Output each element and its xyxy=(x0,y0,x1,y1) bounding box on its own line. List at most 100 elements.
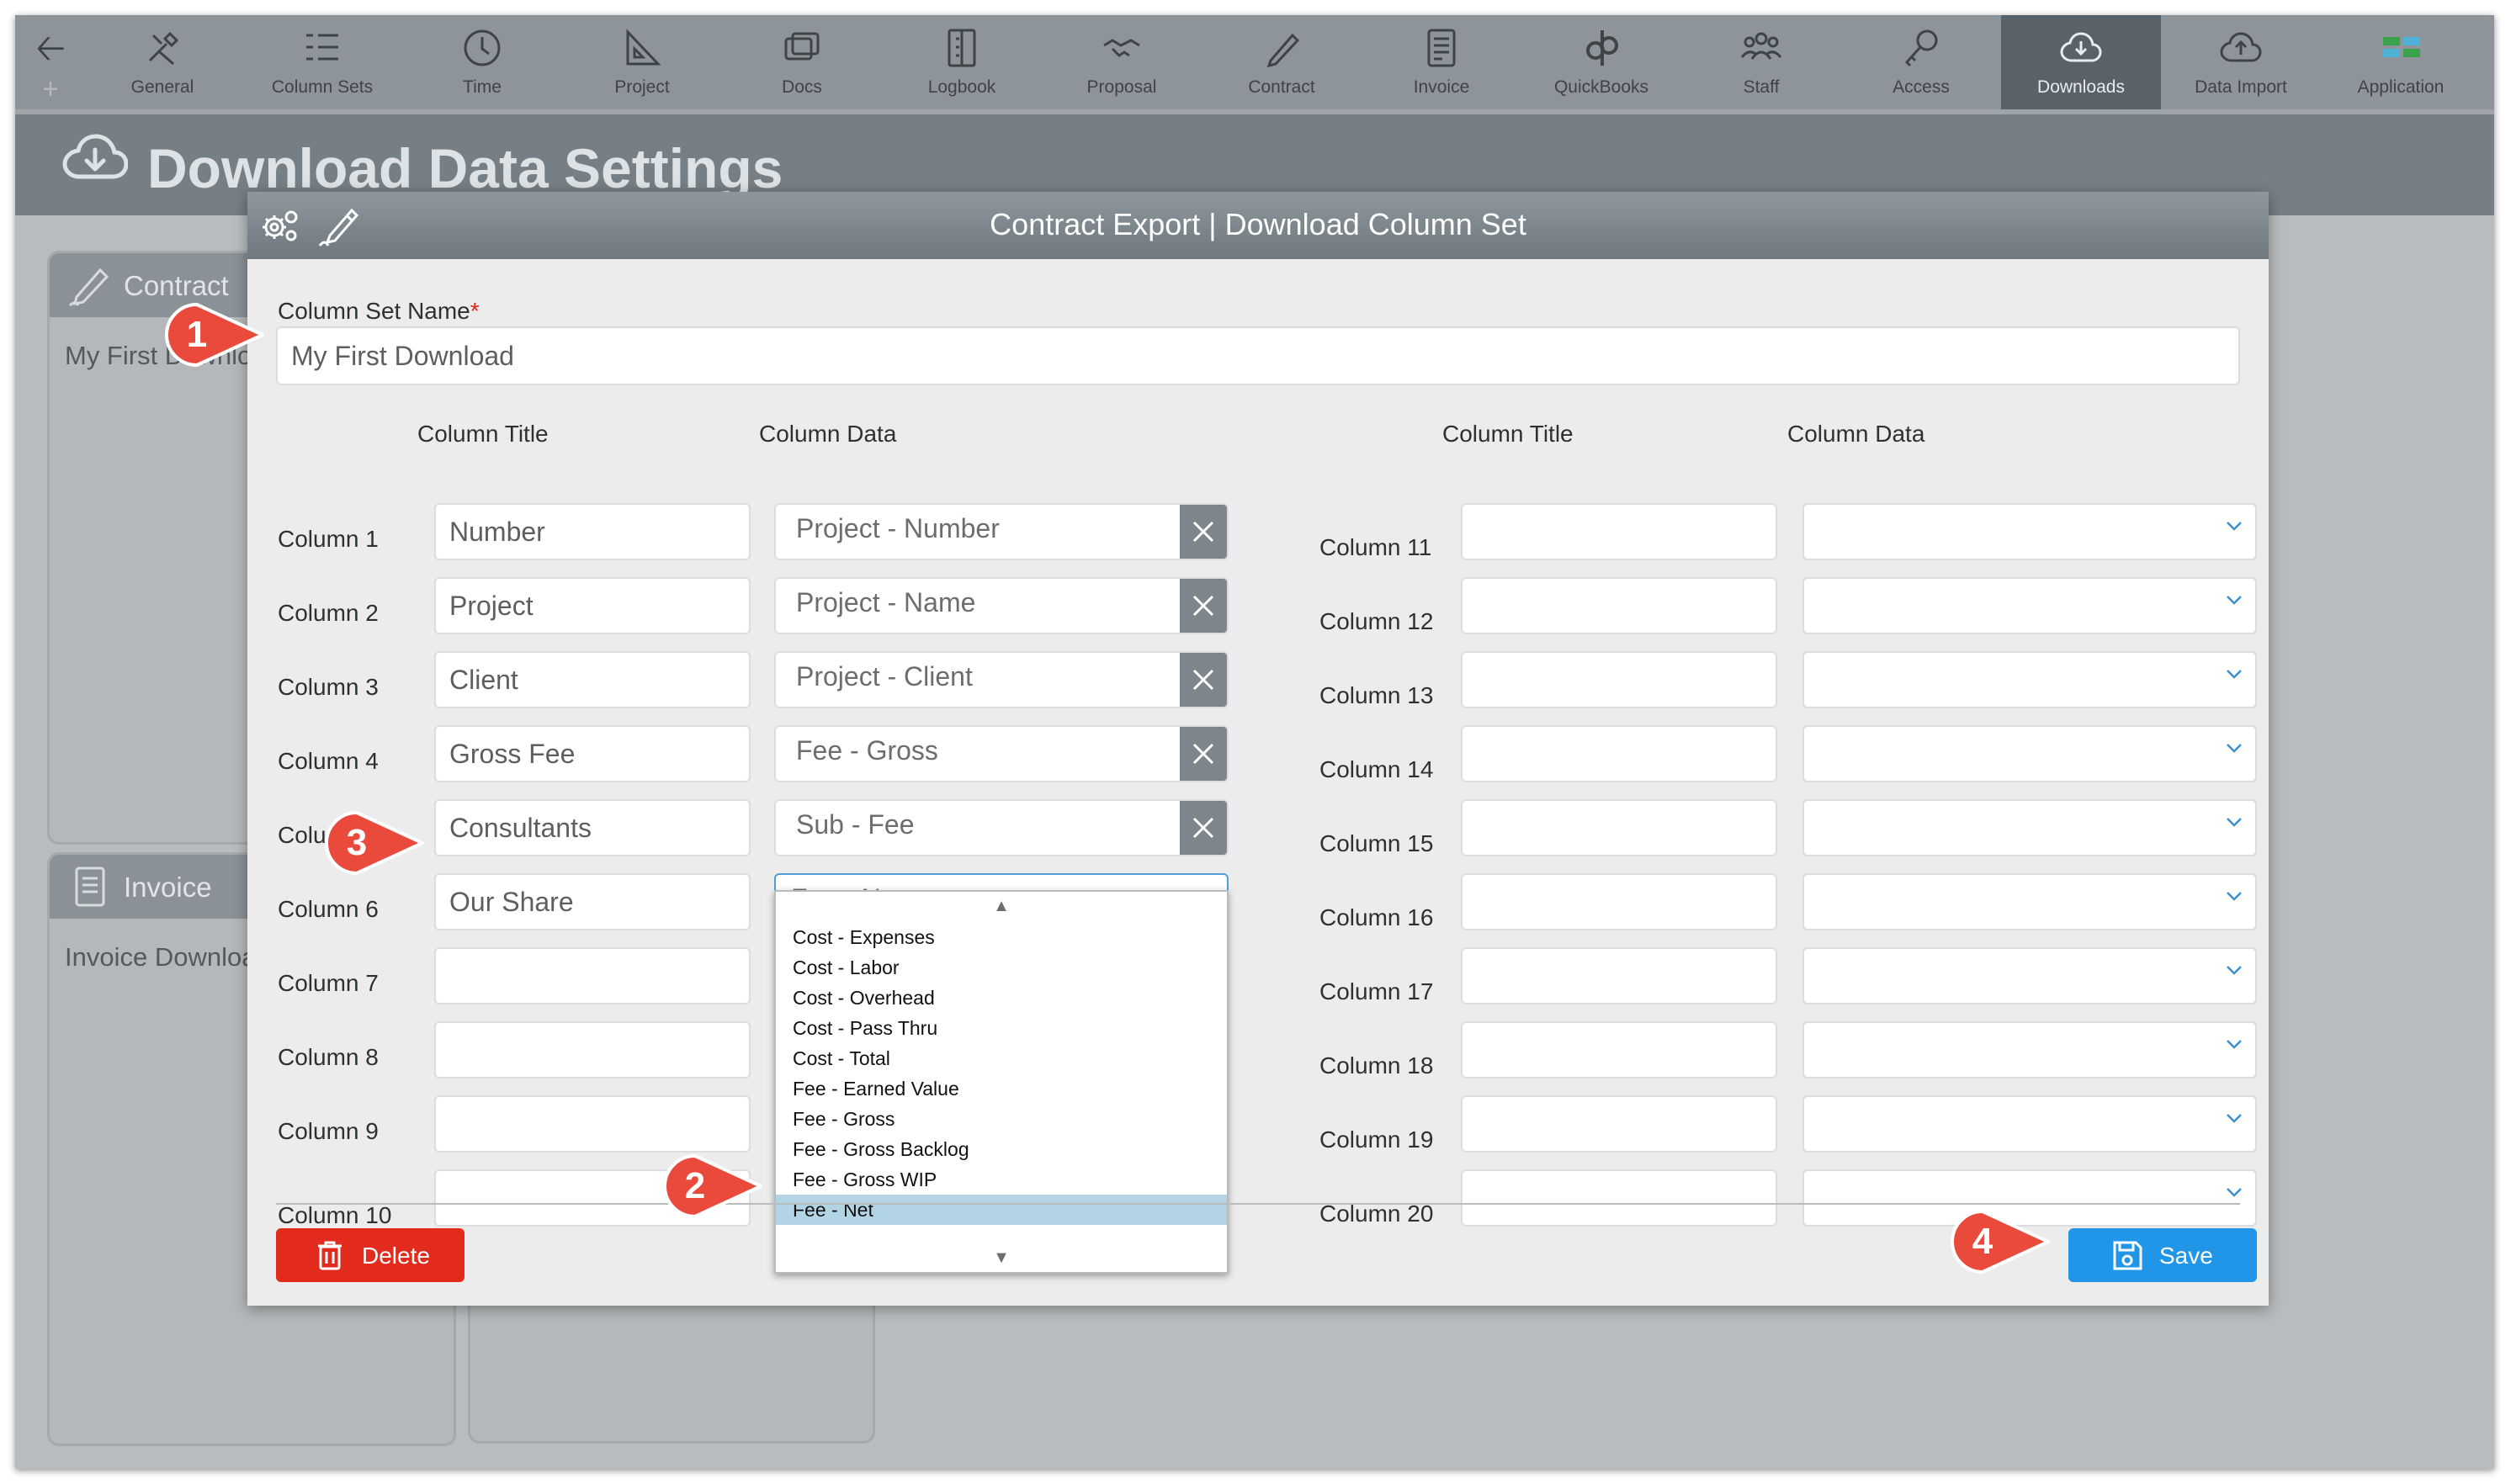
back-button[interactable]: 🡠 + xyxy=(27,30,74,106)
column-data-select[interactable] xyxy=(1802,1021,2257,1079)
column-title-input[interactable] xyxy=(1461,1021,1777,1079)
tab-docs[interactable]: Docs xyxy=(722,15,882,109)
clear-button[interactable] xyxy=(1180,579,1227,633)
top-navigation: 🡠 + General Column Sets Time Project Docs Log… xyxy=(15,15,2494,114)
tab-downloads[interactable]: Downloads xyxy=(2001,15,2161,109)
tab-contract[interactable]: Contract xyxy=(1202,15,1362,109)
column-label: Column 14 xyxy=(1319,756,1434,782)
column-data-select[interactable] xyxy=(1802,873,2257,930)
column-data-select[interactable] xyxy=(1802,947,2257,1004)
dropdown-option[interactable]: Fee - Earned Value xyxy=(776,1073,1227,1104)
column-title-input[interactable] xyxy=(1461,725,1777,782)
tab-logbook[interactable]: Logbook xyxy=(882,15,1042,109)
tab-staff[interactable]: Staff xyxy=(1681,15,1841,109)
column-title-input[interactable] xyxy=(434,503,751,560)
column-data-select[interactable] xyxy=(1802,651,2257,708)
dropdown-option[interactable]: Cost - Labor xyxy=(776,952,1227,983)
column-data-field[interactable]: Project - Number xyxy=(774,503,1229,560)
column-title-input[interactable] xyxy=(1461,873,1777,930)
column-title-input[interactable] xyxy=(434,947,751,1004)
column-title-header-left: Column Title xyxy=(417,421,549,447)
column-data-dropdown-list[interactable]: ▲ Cost - Expenses Cost - Labor Cost - Over… xyxy=(774,890,1229,1274)
column-title-input[interactable] xyxy=(1461,799,1777,856)
tab-label: Staff xyxy=(1743,77,1780,97)
delete-button[interactable]: Delete xyxy=(276,1228,465,1282)
column-title-header-right: Column Title xyxy=(1442,421,1574,447)
column-data-select[interactable] xyxy=(1802,725,2257,782)
callout-number: 3 xyxy=(346,822,368,863)
column-data-select[interactable] xyxy=(1802,577,2257,634)
scroll-up-icon[interactable]: ▲ xyxy=(776,897,1227,916)
card-item[interactable]: Invoice Download xyxy=(65,942,271,973)
column-title-input[interactable] xyxy=(1461,651,1777,708)
tab-proposal[interactable]: Proposal xyxy=(1042,15,1202,109)
column-title-input[interactable] xyxy=(1461,503,1777,560)
callout-1: 1 xyxy=(163,301,271,368)
save-label: Save xyxy=(2159,1243,2213,1269)
chevron-down-icon xyxy=(2227,1040,2242,1049)
column-data-select[interactable] xyxy=(1802,503,2257,560)
column-title-input[interactable] xyxy=(434,873,751,930)
tab-label: Docs xyxy=(782,77,822,97)
required-mark: * xyxy=(470,298,480,324)
tab-data-import[interactable]: Data Import xyxy=(2161,15,2321,109)
column-data-select[interactable] xyxy=(1802,799,2257,856)
column-label: Column 13 xyxy=(1319,682,1434,708)
column-title-input[interactable] xyxy=(434,1021,751,1079)
column-title-input[interactable] xyxy=(434,577,751,634)
column-data-select[interactable] xyxy=(1802,1095,2257,1153)
chevron-down-icon xyxy=(2227,596,2242,605)
tab-invoice[interactable]: Invoice xyxy=(1362,15,1521,109)
column-title-input[interactable] xyxy=(434,799,751,856)
tab-column-sets[interactable]: Column Sets xyxy=(242,15,402,109)
dropdown-option[interactable]: Fee - Gross WIP xyxy=(776,1164,1227,1195)
column-data-value: Sub - Fee xyxy=(796,809,915,840)
tab-application[interactable]: Application xyxy=(2321,15,2481,109)
tab-project[interactable]: Project xyxy=(562,15,722,109)
dropdown-option[interactable]: Cost - Total xyxy=(776,1043,1227,1073)
column-label: Column 15 xyxy=(1319,830,1434,856)
clear-button[interactable] xyxy=(1180,801,1227,855)
tab-general[interactable]: General xyxy=(82,15,242,109)
dropdown-option[interactable]: Fee - Net xyxy=(776,1195,1227,1225)
clear-button[interactable] xyxy=(1180,653,1227,707)
column-data-field[interactable]: Sub - Fee xyxy=(774,799,1229,856)
tab-access[interactable]: Access xyxy=(1841,15,2001,109)
column-label: Column 18 xyxy=(1319,1052,1434,1079)
column-title-input[interactable] xyxy=(434,725,751,782)
column-title-input[interactable] xyxy=(434,651,751,708)
column-label: Column 6 xyxy=(278,896,379,922)
column-label: Column 9 xyxy=(278,1118,379,1144)
dropdown-option[interactable]: Cost - Pass Thru xyxy=(776,1013,1227,1043)
dropdown-option[interactable]: Cost - Expenses xyxy=(776,922,1227,952)
column-data-field[interactable]: Project - Name xyxy=(774,577,1229,634)
modal-header: Contract Export | Download Column Set xyxy=(247,192,2269,259)
chevron-down-icon xyxy=(2227,818,2242,827)
tab-quickbooks[interactable]: QuickBooks xyxy=(1521,15,1681,109)
column-set-name-input[interactable] xyxy=(276,326,2240,385)
dropdown-option[interactable]: Fee - Gross Backlog xyxy=(776,1134,1227,1164)
column-data-field[interactable]: Fee - Gross xyxy=(774,725,1229,782)
tab-time[interactable]: Time xyxy=(402,15,562,109)
dropdown-option[interactable]: Fee - Gross xyxy=(776,1104,1227,1134)
chevron-down-icon xyxy=(2227,892,2242,901)
clear-button[interactable] xyxy=(1180,727,1227,781)
save-button[interactable]: Save xyxy=(2068,1228,2257,1282)
column-set-name-label: Column Set Name* xyxy=(278,298,480,324)
column-data-field[interactable]: Project - Client xyxy=(774,651,1229,708)
cloud-download-icon xyxy=(62,134,128,179)
column-title-input[interactable] xyxy=(1461,577,1777,634)
scroll-down-icon[interactable]: ▼ xyxy=(776,1248,1227,1268)
clear-button[interactable] xyxy=(1180,505,1227,559)
column-title-input[interactable] xyxy=(1461,1169,1777,1227)
column-title-input[interactable] xyxy=(1461,947,1777,1004)
tools-icon xyxy=(148,31,179,66)
tab-label: Column Sets xyxy=(271,77,374,97)
dropdown-option[interactable]: Cost - Overhead xyxy=(776,983,1227,1013)
column-label: Column 8 xyxy=(278,1044,379,1070)
column-title-input[interactable] xyxy=(1461,1095,1777,1153)
triangle-ruler-icon xyxy=(626,29,661,66)
list-icon xyxy=(306,34,338,61)
chevron-down-icon xyxy=(2227,744,2242,753)
column-title-input[interactable] xyxy=(434,1095,751,1153)
